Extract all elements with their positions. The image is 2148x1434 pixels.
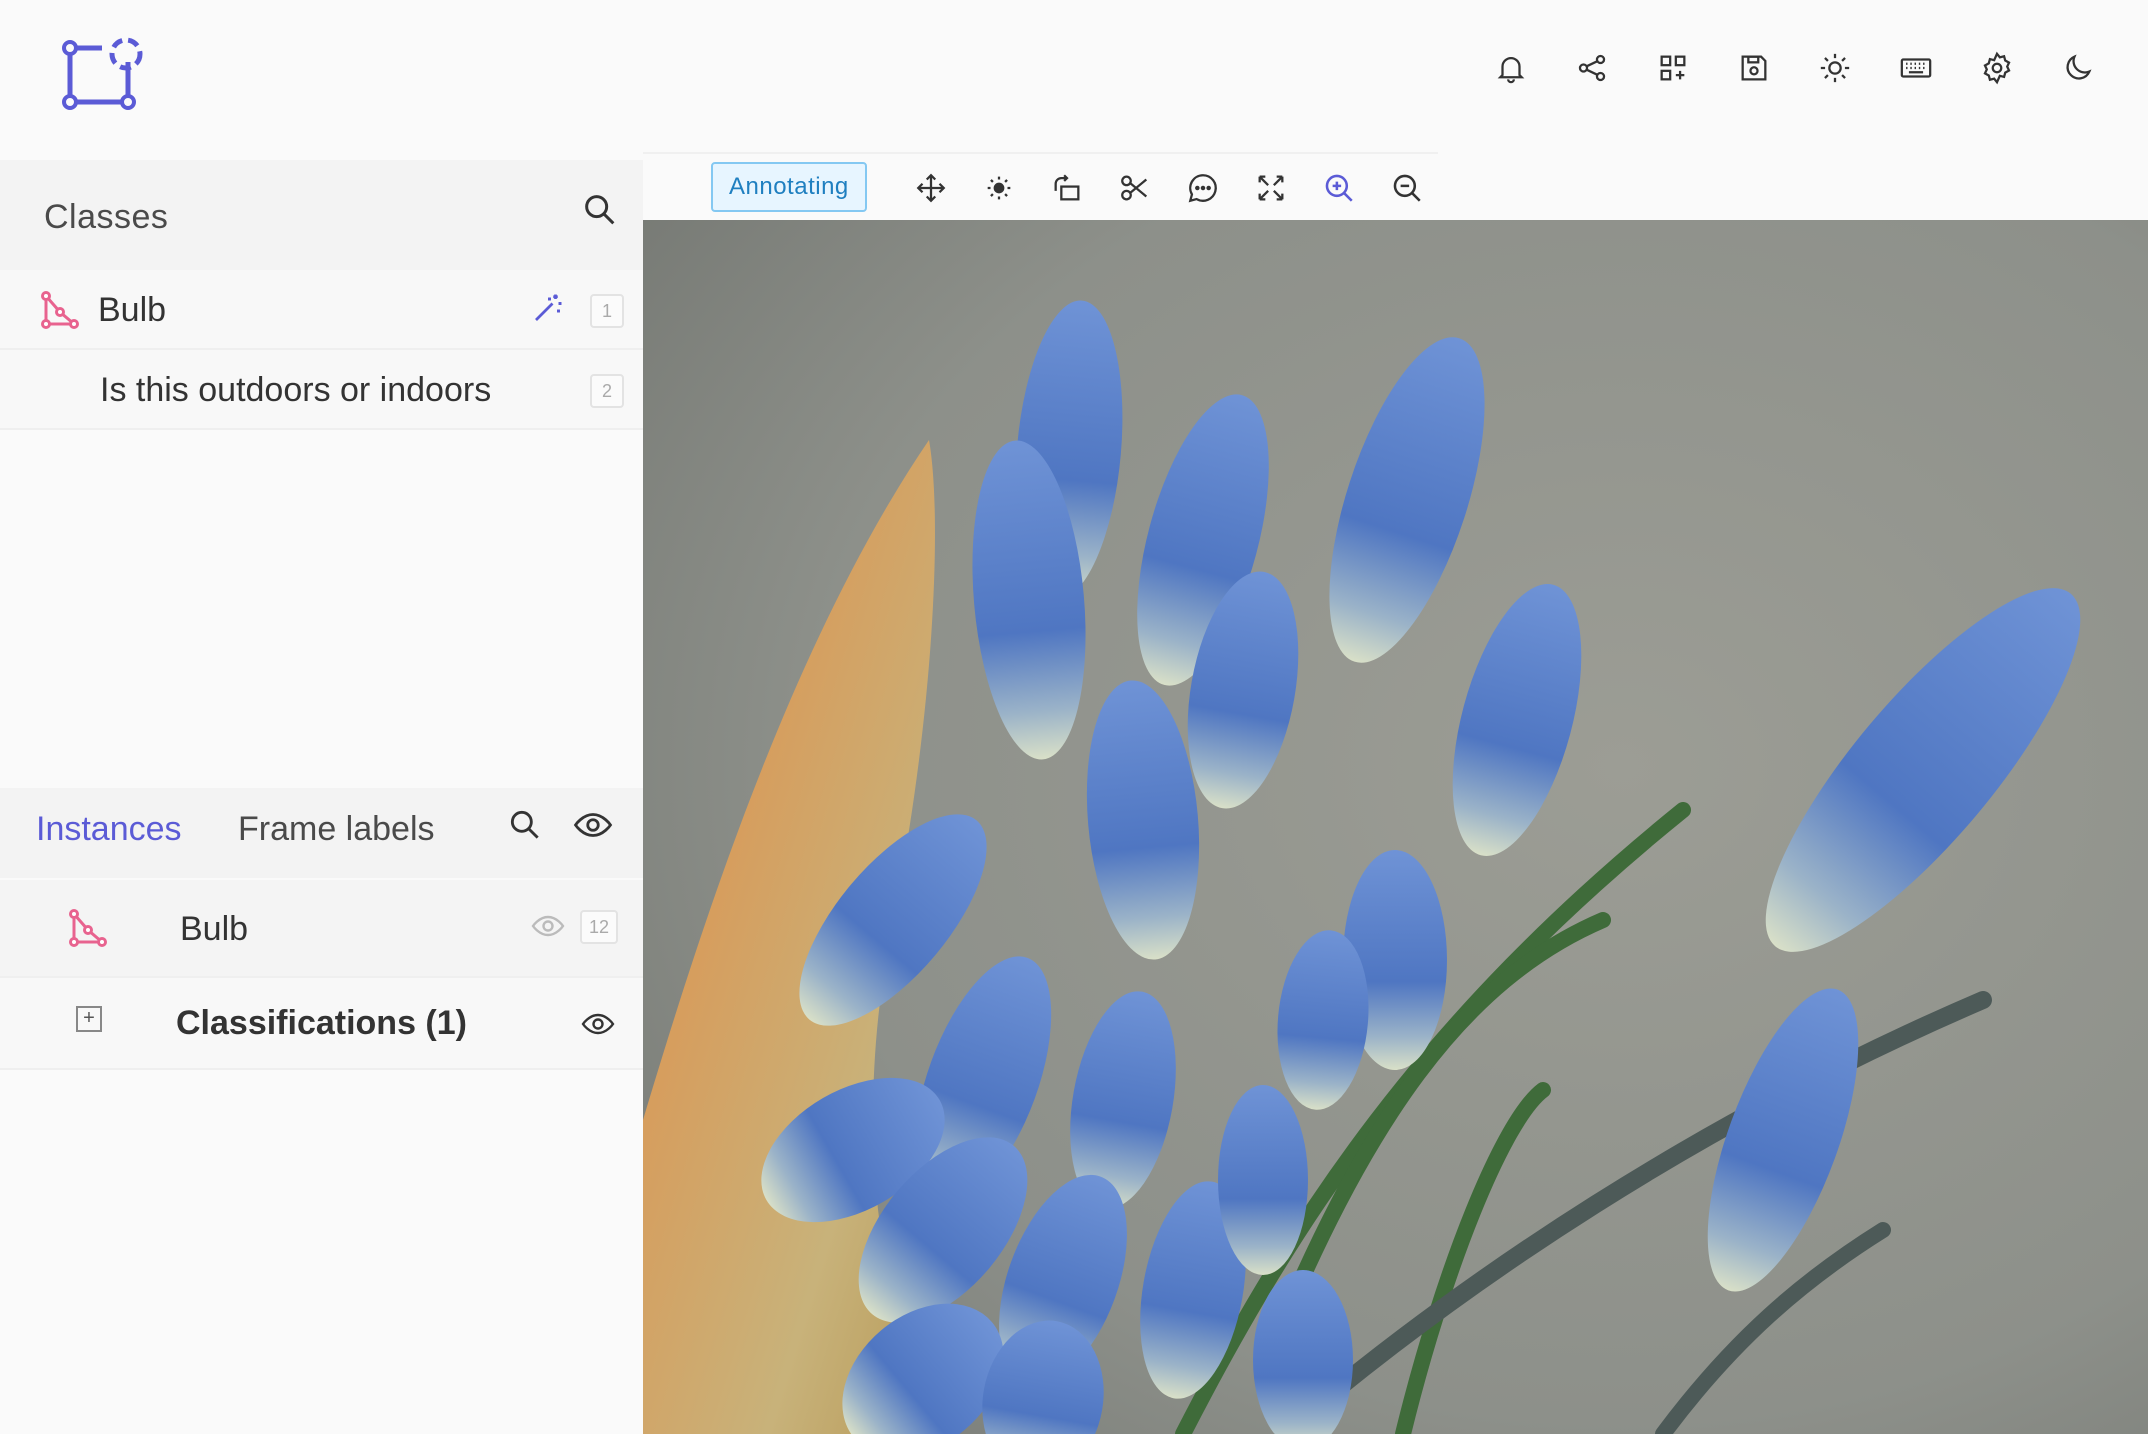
keyboard-icon[interactable] (1875, 46, 1956, 90)
polygon-icon (40, 290, 80, 330)
classifications-row[interactable]: + Classifications (1) (0, 978, 643, 1070)
rotate-icon[interactable] (1047, 168, 1087, 208)
instance-item-label: Bulb (180, 910, 249, 948)
brightness-icon[interactable] (1794, 46, 1875, 90)
classifications-label: Classifications (1) (176, 1004, 467, 1042)
settings-icon[interactable] (1956, 46, 2037, 90)
instances-search-icon[interactable] (506, 806, 544, 844)
eye-icon[interactable] (580, 1006, 616, 1042)
class-item-label: Bulb (98, 291, 167, 329)
visibility-toggle-icon[interactable] (572, 804, 614, 846)
canvas-toolbar: Annotating (643, 152, 1438, 222)
move-icon[interactable] (911, 168, 951, 208)
classes-title: Classes (44, 198, 169, 236)
sidebar: Classes Bulb 1 Is this outdoors or indoo… (0, 160, 643, 1434)
annotation-canvas[interactable] (643, 220, 2148, 1434)
header-actions (1470, 46, 2118, 90)
bell-icon[interactable] (1470, 46, 1551, 90)
flower-image (643, 220, 2148, 1434)
instance-count-badge: 12 (580, 910, 618, 944)
expand-icon[interactable]: + (76, 1006, 102, 1032)
shortcut-badge: 2 (590, 374, 624, 408)
polygon-icon (68, 908, 108, 948)
cut-icon[interactable] (1115, 168, 1155, 208)
share-icon[interactable] (1551, 46, 1632, 90)
mode-button[interactable]: Annotating (711, 162, 867, 212)
magic-wand-icon[interactable] (530, 290, 566, 326)
dark-mode-icon[interactable] (2037, 46, 2118, 90)
brightness-tool-icon[interactable] (979, 168, 1019, 208)
class-item-label: Is this outdoors or indoors (100, 371, 492, 409)
app-logo[interactable] (58, 32, 148, 122)
tab-instances[interactable]: Instances (36, 810, 182, 849)
class-item-bulb[interactable]: Bulb 1 (0, 270, 643, 350)
apps-icon[interactable] (1632, 46, 1713, 90)
top-bar (0, 0, 2148, 160)
classes-search-icon[interactable] (580, 190, 620, 230)
eye-icon[interactable] (530, 908, 566, 944)
instances-header: Instances Frame labels (0, 788, 643, 878)
tab-frame-labels[interactable]: Frame labels (238, 810, 435, 849)
shortcut-badge: 1 (590, 294, 624, 328)
fit-screen-icon[interactable] (1251, 168, 1291, 208)
save-icon[interactable] (1713, 46, 1794, 90)
zoom-out-icon[interactable] (1387, 168, 1427, 208)
instance-item-bulb[interactable]: Bulb 12 (0, 880, 643, 978)
class-item-outdoors-indoors[interactable]: Is this outdoors or indoors 2 (0, 350, 643, 430)
zoom-in-icon[interactable] (1319, 168, 1359, 208)
comment-icon[interactable] (1183, 168, 1223, 208)
classes-header: Classes (0, 160, 643, 270)
